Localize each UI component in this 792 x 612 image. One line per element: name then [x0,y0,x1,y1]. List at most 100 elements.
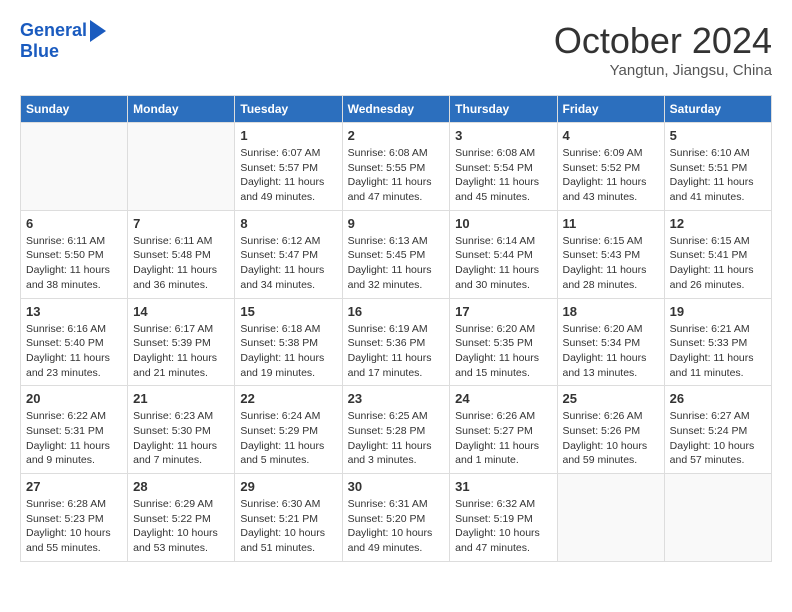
calendar-cell: 6Sunrise: 6:11 AM Sunset: 5:50 PM Daylig… [21,210,128,298]
day-number: 16 [348,304,445,319]
day-info: Sunrise: 6:19 AM Sunset: 5:36 PM Dayligh… [348,322,445,381]
weekday-header-wednesday: Wednesday [342,96,450,123]
day-number: 27 [26,479,122,494]
logo-general: General [20,20,87,40]
day-info: Sunrise: 6:14 AM Sunset: 5:44 PM Dayligh… [455,234,551,293]
calendar-week-1: 1 Sunrise: 6:07 AM Sunset: 5:57 PM Daylig… [21,123,772,211]
calendar-week-4: 20 Sunrise: 6:22 AM Sunset: 5:31 PM Dayli… [21,386,772,474]
day-info: Sunrise: 6:22 AM Sunset: 5:31 PM Dayligh… [26,409,122,468]
day-info: Sunrise: 6:24 AM Sunset: 5:29 PM Dayligh… [240,409,336,468]
day-info: Sunrise: 6:25 AM Sunset: 5:28 PM Dayligh… [348,409,445,468]
weekday-header-saturday: Saturday [664,96,771,123]
day-number: 6 [26,216,122,231]
calendar-week-5: 27 Sunrise: 6:28 AM Sunset: 5:23 PM Dayli… [21,474,772,562]
calendar-cell: 20 Sunrise: 6:22 AM Sunset: 5:31 PM Dayli… [21,386,128,474]
calendar-cell: 16 Sunrise: 6:19 AM Sunset: 5:36 PM Dayli… [342,298,450,386]
calendar-cell: 13 Sunrise: 6:16 AM Sunset: 5:40 PM Dayli… [21,298,128,386]
day-number: 28 [133,479,229,494]
day-number: 17 [455,304,551,319]
day-info: Sunrise: 6:28 AM Sunset: 5:23 PM Dayligh… [26,497,122,556]
day-info: Sunrise: 6:26 AM Sunset: 5:27 PM Dayligh… [455,409,551,468]
calendar-week-2: 6Sunrise: 6:11 AM Sunset: 5:50 PM Daylig… [21,210,772,298]
day-number: 13 [26,304,122,319]
day-number: 21 [133,391,229,406]
day-info: Sunrise: 6:29 AM Sunset: 5:22 PM Dayligh… [133,497,229,556]
calendar-cell: 28 Sunrise: 6:29 AM Sunset: 5:22 PM Dayli… [128,474,235,562]
month-title: October 2024 [554,20,772,62]
calendar-cell [557,474,664,562]
day-info: Sunrise: 6:11 AM Sunset: 5:48 PM Dayligh… [133,234,229,293]
calendar-cell: 29 Sunrise: 6:30 AM Sunset: 5:21 PM Dayli… [235,474,342,562]
day-number: 4 [563,128,659,143]
day-info: Sunrise: 6:08 AM Sunset: 5:55 PM Dayligh… [348,146,445,205]
day-info: Sunrise: 6:07 AM Sunset: 5:57 PM Dayligh… [240,146,336,205]
day-info: Sunrise: 6:09 AM Sunset: 5:52 PM Dayligh… [563,146,659,205]
calendar-cell: 3 Sunrise: 6:08 AM Sunset: 5:54 PM Daylig… [450,123,557,211]
day-info: Sunrise: 6:27 AM Sunset: 5:24 PM Dayligh… [670,409,766,468]
calendar-cell: 1 Sunrise: 6:07 AM Sunset: 5:57 PM Daylig… [235,123,342,211]
calendar-cell: 31Sunrise: 6:32 AM Sunset: 5:19 PM Dayli… [450,474,557,562]
day-info: Sunrise: 6:12 AM Sunset: 5:47 PM Dayligh… [240,234,336,293]
calendar-cell: 14 Sunrise: 6:17 AM Sunset: 5:39 PM Dayli… [128,298,235,386]
calendar-cell: 10 Sunrise: 6:14 AM Sunset: 5:44 PM Dayli… [450,210,557,298]
calendar-cell: 12Sunrise: 6:15 AM Sunset: 5:41 PM Dayli… [664,210,771,298]
day-info: Sunrise: 6:21 AM Sunset: 5:33 PM Dayligh… [670,322,766,381]
day-number: 29 [240,479,336,494]
day-number: 20 [26,391,122,406]
calendar-cell: 15 Sunrise: 6:18 AM Sunset: 5:38 PM Dayli… [235,298,342,386]
day-number: 19 [670,304,766,319]
calendar-cell: 22 Sunrise: 6:24 AM Sunset: 5:29 PM Dayli… [235,386,342,474]
day-number: 15 [240,304,336,319]
calendar-table: SundayMondayTuesdayWednesdayThursdayFrid… [20,95,772,562]
day-number: 5 [670,128,766,143]
day-info: Sunrise: 6:26 AM Sunset: 5:26 PM Dayligh… [563,409,659,468]
calendar-cell: 30Sunrise: 6:31 AM Sunset: 5:20 PM Dayli… [342,474,450,562]
day-number: 30 [348,479,445,494]
logo: General Blue [20,20,106,62]
calendar-cell: 25Sunrise: 6:26 AM Sunset: 5:26 PM Dayli… [557,386,664,474]
day-info: Sunrise: 6:23 AM Sunset: 5:30 PM Dayligh… [133,409,229,468]
day-info: Sunrise: 6:10 AM Sunset: 5:51 PM Dayligh… [670,146,766,205]
day-info: Sunrise: 6:17 AM Sunset: 5:39 PM Dayligh… [133,322,229,381]
calendar-cell: 8 Sunrise: 6:12 AM Sunset: 5:47 PM Daylig… [235,210,342,298]
day-number: 1 [240,128,336,143]
day-info: Sunrise: 6:08 AM Sunset: 5:54 PM Dayligh… [455,146,551,205]
calendar-cell: 5 Sunrise: 6:10 AM Sunset: 5:51 PM Daylig… [664,123,771,211]
title-block: October 2024 Yangtun, Jiangsu, China [554,20,772,79]
weekday-header-thursday: Thursday [450,96,557,123]
weekday-header-monday: Monday [128,96,235,123]
calendar-cell: 17Sunrise: 6:20 AM Sunset: 5:35 PM Dayli… [450,298,557,386]
calendar-week-3: 13 Sunrise: 6:16 AM Sunset: 5:40 PM Dayli… [21,298,772,386]
calendar-cell: 11Sunrise: 6:15 AM Sunset: 5:43 PM Dayli… [557,210,664,298]
day-info: Sunrise: 6:30 AM Sunset: 5:21 PM Dayligh… [240,497,336,556]
calendar-cell: 2Sunrise: 6:08 AM Sunset: 5:55 PM Daylig… [342,123,450,211]
day-number: 10 [455,216,551,231]
day-number: 3 [455,128,551,143]
calendar-header: SundayMondayTuesdayWednesdayThursdayFrid… [21,96,772,123]
calendar-cell [21,123,128,211]
day-number: 12 [670,216,766,231]
day-number: 8 [240,216,336,231]
day-number: 9 [348,216,445,231]
calendar-cell: 9Sunrise: 6:13 AM Sunset: 5:45 PM Daylig… [342,210,450,298]
calendar-cell: 26 Sunrise: 6:27 AM Sunset: 5:24 PM Dayli… [664,386,771,474]
day-number: 14 [133,304,229,319]
weekday-header-friday: Friday [557,96,664,123]
weekday-header-sunday: Sunday [21,96,128,123]
day-number: 11 [563,216,659,231]
day-info: Sunrise: 6:32 AM Sunset: 5:19 PM Dayligh… [455,497,551,556]
day-info: Sunrise: 6:16 AM Sunset: 5:40 PM Dayligh… [26,322,122,381]
day-info: Sunrise: 6:20 AM Sunset: 5:34 PM Dayligh… [563,322,659,381]
calendar-cell [128,123,235,211]
calendar-cell: 4 Sunrise: 6:09 AM Sunset: 5:52 PM Daylig… [557,123,664,211]
location: Yangtun, Jiangsu, China [554,62,772,79]
day-number: 26 [670,391,766,406]
logo-blue: Blue [20,42,59,62]
page-header: General Blue October 2024 Yangtun, Jiang… [20,20,772,79]
logo-text: General [20,21,87,41]
day-info: Sunrise: 6:18 AM Sunset: 5:38 PM Dayligh… [240,322,336,381]
calendar-cell: 7Sunrise: 6:11 AM Sunset: 5:48 PM Daylig… [128,210,235,298]
day-number: 22 [240,391,336,406]
calendar-cell: 24Sunrise: 6:26 AM Sunset: 5:27 PM Dayli… [450,386,557,474]
calendar-cell: 27 Sunrise: 6:28 AM Sunset: 5:23 PM Dayli… [21,474,128,562]
